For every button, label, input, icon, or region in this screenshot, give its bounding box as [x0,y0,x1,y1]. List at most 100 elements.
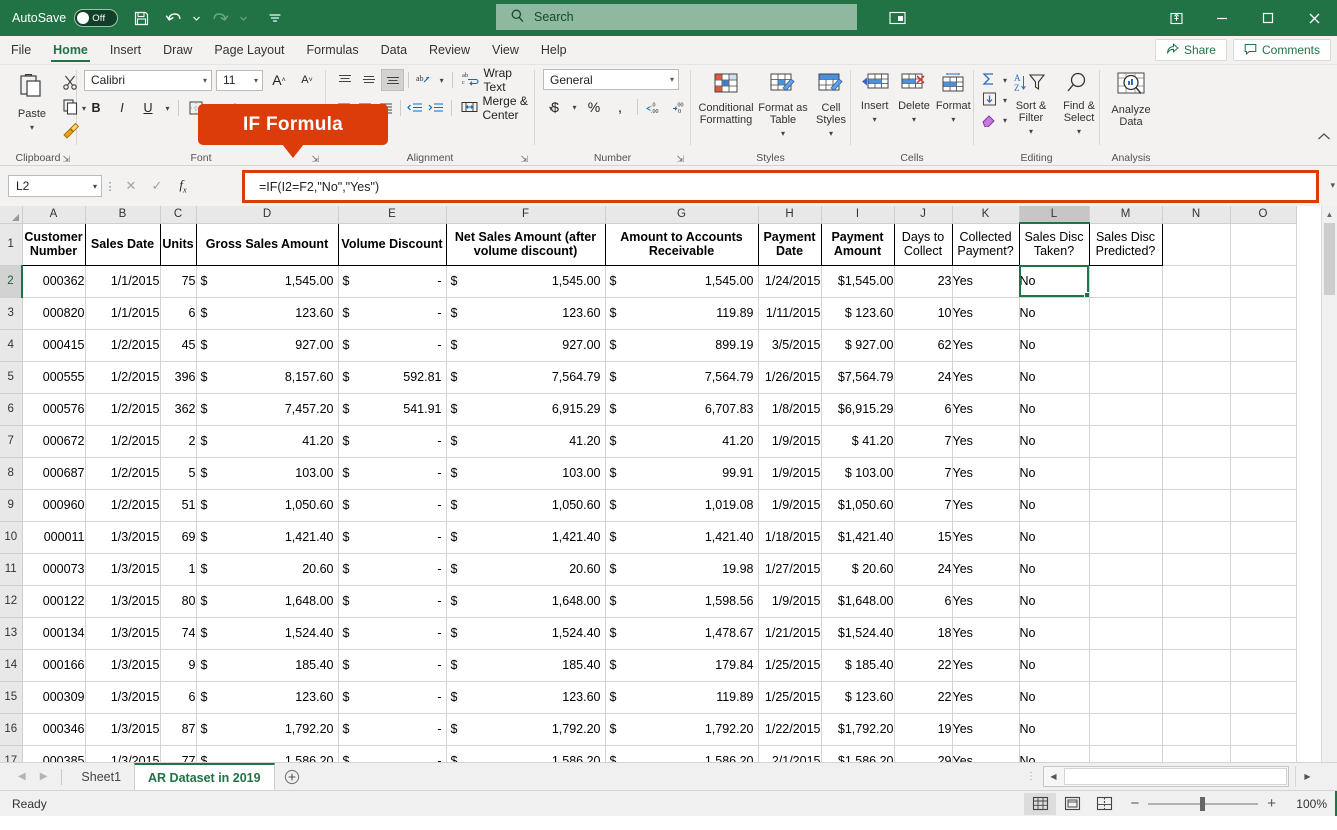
cell-A13[interactable]: 000134 [22,617,86,650]
cell-N5[interactable] [1162,361,1231,394]
cell-M14[interactable] [1089,649,1163,682]
cell-J12[interactable]: 6 [894,585,953,618]
table-row[interactable]: 9 000960 1/2/2015 51 $1,050.60 $ - $1,050.60 $1,… [0,489,1297,522]
cell-D15[interactable]: $123.60 [196,681,339,714]
cell-I14[interactable]: $ 185.40 [821,649,895,682]
find-select-button[interactable]: Find & Select ▾ [1055,69,1103,138]
cell-L14[interactable]: No [1019,649,1090,682]
previous-sheet-icon[interactable]: ◀ [18,771,26,782]
paste-dropdown-icon[interactable]: ▾ [30,122,34,134]
align-middle-icon[interactable] [358,69,381,91]
cell-G12[interactable]: $1,598.56 [605,585,759,618]
cell-O10[interactable] [1230,521,1297,554]
column-header-C[interactable]: C [160,206,197,224]
cell-B10[interactable]: 1/3/2015 [85,521,161,554]
cell-J11[interactable]: 24 [894,553,953,586]
row-header-6[interactable]: 6 [0,393,23,426]
cell-K3[interactable]: Yes [952,297,1020,330]
cell-H8[interactable]: 1/9/2015 [758,457,822,490]
redo-dropdown-icon[interactable] [237,4,250,32]
cell-O3[interactable] [1230,297,1297,330]
cell-K14[interactable]: Yes [952,649,1020,682]
cell-E7[interactable]: $ - [338,425,447,458]
cell-H6[interactable]: 1/8/2015 [758,393,822,426]
cell-styles-dropdown-icon[interactable]: ▾ [829,128,833,140]
cell-J6[interactable]: 6 [894,393,953,426]
cell-M10[interactable] [1089,521,1163,554]
cell-D2[interactable]: $1,545.00 [196,265,339,298]
fill-button[interactable]: ▾ [978,91,1007,110]
sheet-tab-ar-dataset[interactable]: AR Dataset in 2019 [134,762,275,791]
cell-A4[interactable]: 000415 [22,329,86,362]
row-header-1[interactable]: 1 [0,223,23,266]
cell-H12[interactable]: 1/9/2015 [758,585,822,618]
cell-M16[interactable] [1089,713,1163,746]
cell-N4[interactable] [1162,329,1231,362]
cell-A14[interactable]: 000166 [22,649,86,682]
row-header-2[interactable]: 2 [0,265,23,298]
italic-button[interactable]: I [110,97,134,119]
cell-I5[interactable]: $7,564.79 [821,361,895,394]
cell-C9[interactable]: 51 [160,489,197,522]
cell-A12[interactable]: 000122 [22,585,86,618]
cell-G14[interactable]: $179.84 [605,649,759,682]
delete-cells-button[interactable]: Delete ▾ [894,69,933,126]
cell-N7[interactable] [1162,425,1231,458]
cell-L8[interactable]: No [1019,457,1090,490]
cell-C16[interactable]: 87 [160,713,197,746]
cell-E2[interactable]: $ - [338,265,447,298]
orientation-dropdown-icon[interactable]: ▾ [437,69,447,91]
cell-E4[interactable]: $ - [338,329,447,362]
column-header-L[interactable]: L [1019,206,1090,224]
row-header-14[interactable]: 14 [0,649,23,682]
page-layout-view-icon[interactable] [1056,793,1088,815]
cell-O2[interactable] [1230,265,1297,298]
cell-D9[interactable]: $1,050.60 [196,489,339,522]
cell-L3[interactable]: No [1019,297,1090,330]
cell-K8[interactable]: Yes [952,457,1020,490]
conditional-formatting-button[interactable]: Conditional Formatting [695,69,757,140]
undo-icon[interactable] [158,4,188,32]
cell-O11[interactable] [1230,553,1297,586]
cell-M2[interactable] [1089,265,1163,298]
cell-M15[interactable] [1089,681,1163,714]
cell-J13[interactable]: 18 [894,617,953,650]
normal-view-icon[interactable] [1024,792,1057,815]
cell-L11[interactable]: No [1019,553,1090,586]
cell-M4[interactable] [1089,329,1163,362]
font-dialog-launcher[interactable]: ⇲ [311,152,319,167]
cell-J16[interactable]: 19 [894,713,953,746]
cell-C2[interactable]: 75 [160,265,197,298]
cell-A8[interactable]: 000687 [22,457,86,490]
cell-A7[interactable]: 000672 [22,425,86,458]
column-header-K[interactable]: K [952,206,1020,224]
cell-H4[interactable]: 3/5/2015 [758,329,822,362]
scroll-right-icon[interactable]: ▶ [1295,766,1319,787]
select-all-corner[interactable] [0,206,23,224]
underline-dropdown-icon[interactable]: ▾ [162,97,173,119]
percent-format-icon[interactable]: % [582,96,606,118]
cell-O5[interactable] [1230,361,1297,394]
bold-button[interactable]: B [84,97,108,119]
cell-F11[interactable]: $20.60 [446,553,606,586]
tab-file[interactable]: File [0,36,42,64]
format-as-table-button[interactable]: Format as Table ▾ [757,69,809,140]
cell-E8[interactable]: $ - [338,457,447,490]
clear-button[interactable]: ▾ [978,111,1007,130]
cell-D4[interactable]: $927.00 [196,329,339,362]
cell-K15[interactable]: Yes [952,681,1020,714]
cell-K5[interactable]: Yes [952,361,1020,394]
autosave-toggle[interactable]: Off [74,9,119,27]
tab-view[interactable]: View [481,36,530,64]
cell-I2[interactable]: $1,545.00 [821,265,895,298]
cell-L6[interactable]: No [1019,393,1090,426]
cell-O16[interactable] [1230,713,1297,746]
cell-N11[interactable] [1162,553,1231,586]
header-cell-L1[interactable]: Sales Disc Taken? [1019,222,1090,266]
cell-M11[interactable] [1089,553,1163,586]
cell-E5[interactable]: $592.81 [338,361,447,394]
alignment-dialog-launcher[interactable]: ⇲ [520,152,528,167]
cell-H11[interactable]: 1/27/2015 [758,553,822,586]
table-row[interactable]: 6 000576 1/2/2015 362 $7,457.20 $541.91 $6,915… [0,393,1297,426]
clipboard-dialog-launcher[interactable]: ⇲ [62,152,70,167]
